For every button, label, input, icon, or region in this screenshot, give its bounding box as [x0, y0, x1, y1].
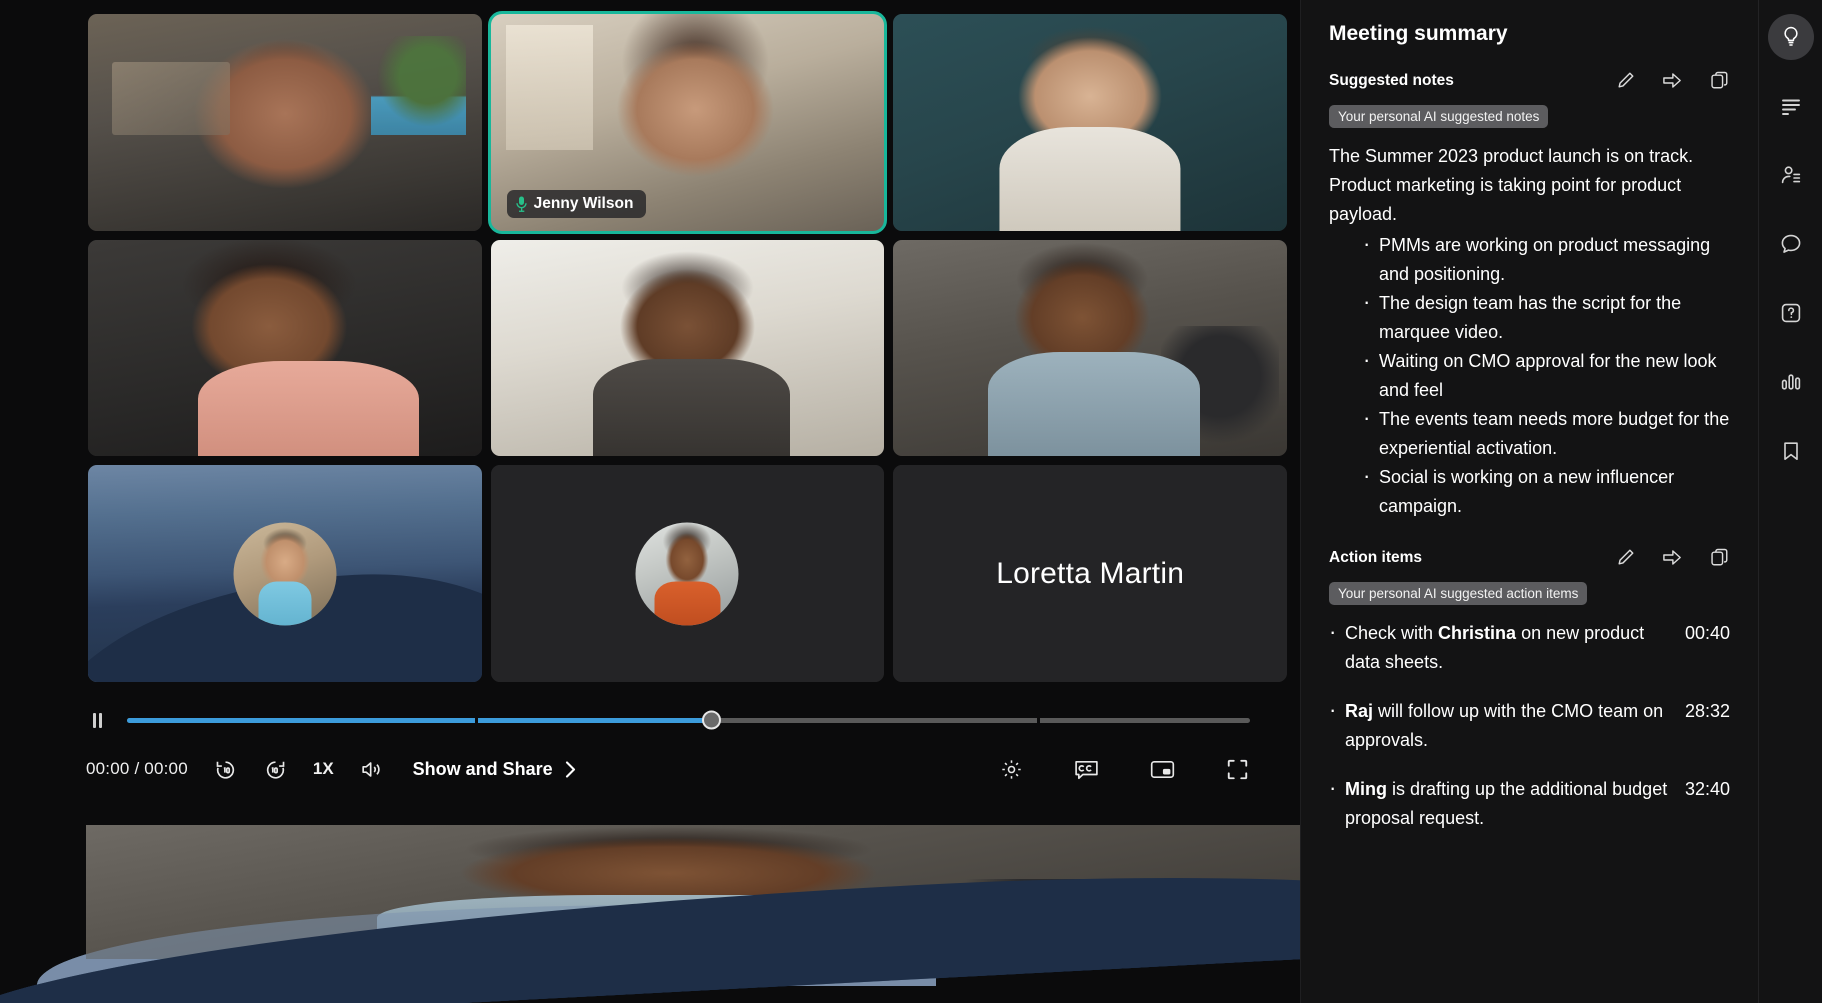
action-item-text: Raj will follow up with the CMO team on …	[1345, 697, 1685, 755]
copy-icon[interactable]	[1709, 70, 1730, 91]
action-item-timestamp[interactable]: 00:40	[1685, 619, 1730, 648]
gear-icon[interactable]	[999, 757, 1024, 782]
action-items-header: Action items	[1329, 547, 1730, 568]
speaker-name-chip: Jenny Wilson	[507, 190, 647, 218]
participant-tile[interactable]	[893, 240, 1287, 457]
suggested-notes-heading: Suggested notes	[1329, 72, 1454, 90]
rail-item-meeting-summary[interactable]	[1768, 14, 1814, 60]
forward-10-icon[interactable]	[263, 757, 288, 782]
note-bullet: Waiting on CMO approval for the new look…	[1329, 347, 1730, 405]
speaker-name-label: Jenny Wilson	[534, 195, 634, 213]
scrubber-handle[interactable]	[702, 711, 721, 730]
fullscreen-icon[interactable]	[1225, 757, 1250, 782]
share-arrow-icon[interactable]	[1661, 70, 1684, 91]
player-controls: 00:00 / 00:00 1X	[0, 700, 1300, 792]
rail-item-bookmark[interactable]	[1768, 428, 1814, 474]
participant-tile[interactable]	[491, 240, 885, 457]
scrubber-row	[0, 700, 1300, 740]
participant-tile-avatar[interactable]	[88, 465, 482, 682]
participant-video	[88, 240, 482, 457]
participant-video	[88, 14, 482, 231]
avatar	[636, 522, 739, 625]
microphone-icon	[516, 196, 527, 212]
note-bullet: The events team needs more budget for th…	[1329, 405, 1730, 463]
volume-icon[interactable]	[359, 757, 384, 782]
closed-captions-icon[interactable]	[1073, 757, 1100, 782]
participant-video	[893, 240, 1287, 457]
smart-chapter-section: Smart chapter From 00:00:00 Intro	[86, 825, 1300, 959]
right-icon-rail	[1758, 0, 1822, 1003]
participants-icon	[1779, 163, 1803, 187]
pencil-icon[interactable]	[1615, 70, 1636, 91]
picture-in-picture-icon[interactable]	[1149, 757, 1176, 782]
participant-tile[interactable]	[893, 14, 1287, 231]
note-bullet: PMMs are working on product messaging an…	[1329, 231, 1730, 289]
playback-speed-button[interactable]: 1X	[313, 759, 334, 779]
action-item-text: Ming is drafting up the additional budge…	[1345, 775, 1685, 833]
chapter-marker	[1037, 718, 1040, 723]
chapter-card[interactable]	[1157, 863, 1300, 959]
participant-tile-avatar[interactable]	[491, 465, 885, 682]
recording-playback-app: Jenny Wilson	[0, 0, 1822, 1003]
action-item[interactable]: Ming is drafting up the additional budge…	[1329, 775, 1730, 833]
participant-grid: Jenny Wilson	[88, 14, 1287, 682]
transcript-icon	[1779, 94, 1803, 118]
chevron-right-icon	[564, 760, 577, 779]
panel-title: Meeting summary	[1329, 22, 1730, 46]
chapter-marker	[475, 718, 478, 723]
participant-video	[893, 14, 1287, 231]
participant-tile-name-only[interactable]: Loretta Martin	[893, 465, 1287, 682]
chapter-strip[interactable]: From 00:00:00 Intro From 00:03:00 Show a…	[86, 863, 1300, 959]
rail-item-chat[interactable]	[1768, 221, 1814, 267]
action-item[interactable]: Raj will follow up with the CMO team on …	[1329, 697, 1730, 755]
rewind-10-icon[interactable]	[213, 757, 238, 782]
transport-row: 00:00 / 00:00 1X	[0, 746, 1300, 792]
participant-tile[interactable]	[88, 14, 482, 231]
progress-played	[127, 718, 711, 723]
participant-tile[interactable]	[88, 240, 482, 457]
note-bullet: Social is working on a new influencer ca…	[1329, 463, 1730, 521]
meeting-summary-panel: Meeting summary Suggested notes Your per…	[1300, 0, 1758, 1003]
show-and-share-button[interactable]: Show and Share	[413, 759, 577, 780]
note-bullet: The design team has the script for the m…	[1329, 289, 1730, 347]
participant-video	[491, 240, 885, 457]
qa-icon	[1779, 301, 1803, 325]
avatar	[233, 522, 336, 625]
participant-name: Loretta Martin	[893, 465, 1287, 682]
share-arrow-icon[interactable]	[1661, 547, 1684, 568]
action-item-text: Check with Christina on new product data…	[1345, 619, 1685, 677]
pencil-icon[interactable]	[1615, 547, 1636, 568]
progress-scrubber[interactable]	[127, 718, 1250, 723]
pause-button[interactable]	[86, 709, 108, 731]
suggested-notes-ai-badge: Your personal AI suggested notes	[1329, 105, 1548, 128]
timecode-display: 00:00 / 00:00	[86, 759, 188, 779]
suggested-notes-paragraph: The Summer 2023 product launch is on tra…	[1329, 142, 1730, 229]
rail-item-qa[interactable]	[1768, 290, 1814, 336]
rail-item-participants[interactable]	[1768, 152, 1814, 198]
action-item[interactable]: Check with Christina on new product data…	[1329, 619, 1730, 677]
participant-tile-active-speaker[interactable]: Jenny Wilson	[491, 14, 885, 231]
bookmark-icon	[1779, 439, 1803, 463]
lightbulb-icon	[1779, 25, 1803, 49]
suggested-notes-list: PMMs are working on product messaging an…	[1329, 231, 1730, 521]
action-items-list: Check with Christina on new product data…	[1329, 619, 1730, 833]
chat-icon	[1779, 232, 1803, 256]
rail-item-transcript[interactable]	[1768, 83, 1814, 129]
suggested-notes-header: Suggested notes	[1329, 70, 1730, 91]
polls-icon	[1779, 370, 1803, 394]
show-and-share-label: Show and Share	[413, 759, 553, 780]
action-item-timestamp[interactable]: 32:40	[1685, 775, 1730, 804]
action-item-timestamp[interactable]: 28:32	[1685, 697, 1730, 726]
video-stage: Jenny Wilson	[0, 0, 1300, 1003]
chapter-thumbnail	[1171, 880, 1281, 942]
rail-item-polls[interactable]	[1768, 359, 1814, 405]
action-items-ai-badge: Your personal AI suggested action items	[1329, 582, 1587, 605]
action-items-heading: Action items	[1329, 549, 1422, 567]
copy-icon[interactable]	[1709, 547, 1730, 568]
